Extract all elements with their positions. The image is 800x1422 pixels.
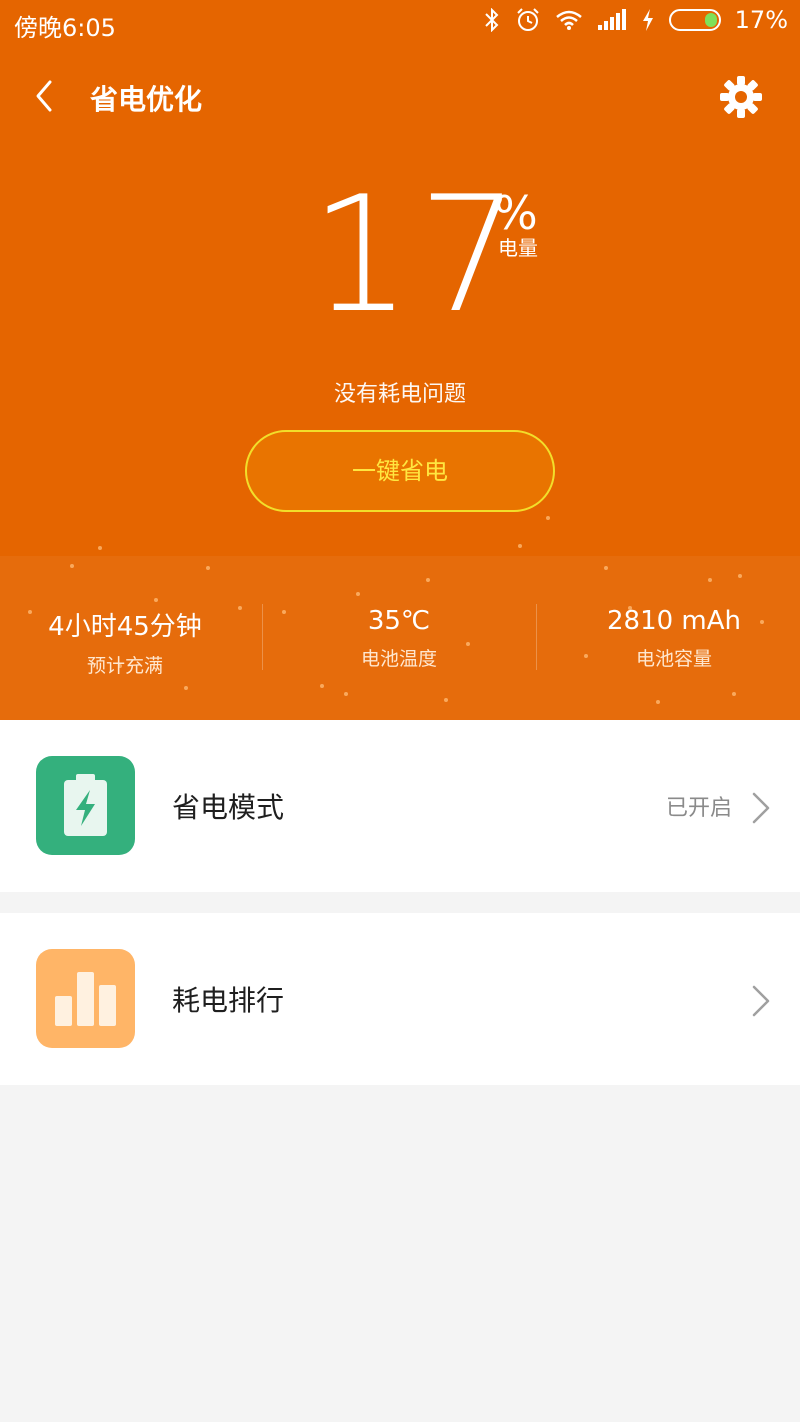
stat-label: 电池温度 [360,648,437,670]
back-button[interactable] [22,72,70,120]
stat-label: 预计充满 [86,655,163,677]
bar-chart-icon [36,949,135,1048]
battery-percent-text: 17% [734,6,788,34]
battery-charging-icon [36,756,135,855]
status-icons: 17% [483,6,788,34]
bluetooth-icon [483,8,501,32]
chevron-left-icon [36,80,52,112]
chevron-right-icon [752,985,770,1017]
battery-level: 17 [310,161,526,348]
status-bar: 傍晚6:05 17% [0,0,800,44]
charging-icon [641,8,655,32]
stat-value: 2810 mAh [606,606,742,636]
signal-icon [597,9,627,31]
list-item-power-saving-mode[interactable]: 省电模式 已开启 [0,720,800,892]
stat-temperature: 35℃ 电池温度 [269,606,529,671]
list-item-status: 已开启 [665,796,732,821]
stat-value: 35℃ [367,606,431,636]
settings-button[interactable] [716,72,766,122]
stat-value: 4小时45分钟 [48,612,202,642]
list-item-label: 省电模式 [172,791,285,824]
list-item-power-usage-ranking[interactable]: 耗电排行 [0,913,800,1085]
stat-charge-time: 4小时45分钟 预计充满 [0,606,255,678]
stat-divider [262,604,263,670]
battery-icon [668,9,721,31]
app-bar: 省电优化 [0,60,800,132]
battery-level-label: 电量 [498,236,538,260]
stat-capacity: 2810 mAh 电池容量 [544,606,800,671]
stat-label: 电池容量 [635,648,712,670]
page-title: 省电优化 [90,83,203,116]
stat-divider [536,604,537,670]
one-tap-save-button[interactable]: 一键省电 [245,430,555,512]
gear-icon [720,76,762,118]
status-time: 傍晚6:05 [14,14,116,42]
battery-status-message: 没有耗电问题 [333,382,466,407]
wifi-icon [555,9,583,31]
chevron-right-icon [752,792,770,824]
alarm-icon [515,7,541,33]
list-item-label: 耗电排行 [172,984,285,1017]
